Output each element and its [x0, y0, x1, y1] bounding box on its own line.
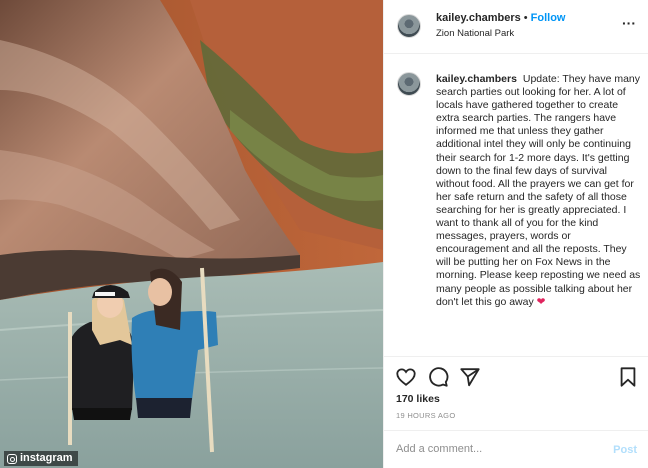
caption-username[interactable]: kailey.chambers	[436, 73, 517, 85]
header-username[interactable]: kailey.chambers	[436, 12, 521, 24]
likes-count[interactable]: 170 likes	[396, 393, 440, 405]
follow-button[interactable]: Follow	[531, 12, 566, 24]
add-comment-row: Post	[384, 430, 648, 468]
post-photo[interactable]: instagram	[0, 0, 383, 468]
comment-icon[interactable]	[427, 366, 449, 388]
location-link[interactable]: Zion National Park	[436, 28, 514, 39]
avatar[interactable]	[397, 14, 421, 38]
add-comment-input[interactable]	[396, 443, 586, 455]
post-comment-button[interactable]: Post	[613, 444, 637, 456]
separator-dot: •	[523, 12, 528, 24]
comments-area[interactable]: kailey.chambers Update: They have many s…	[384, 55, 648, 353]
caption-avatar[interactable]	[397, 72, 421, 96]
instagram-watermark: instagram	[4, 451, 78, 466]
watermark-label: instagram	[20, 452, 73, 464]
post-caption: kailey.chambers Update: They have many s…	[436, 73, 641, 309]
canyon-photo-illustration	[0, 0, 383, 468]
post-details-panel: kailey.chambers • Follow Zion National Par…	[383, 0, 648, 468]
share-icon[interactable]	[459, 366, 481, 388]
more-options-icon[interactable]: ···	[622, 16, 636, 30]
instagram-logo-icon	[7, 453, 17, 464]
bookmark-icon[interactable]	[617, 366, 639, 388]
post-timestamp[interactable]: 19 HOURS AGO	[396, 411, 455, 420]
heart-icon[interactable]	[395, 366, 417, 388]
header-user-line: kailey.chambers • Follow	[436, 12, 565, 24]
action-bar	[384, 356, 648, 396]
heart-emoji: ❤	[536, 295, 546, 308]
post-header: kailey.chambers • Follow Zion National Par…	[384, 0, 648, 54]
caption-text: Update: They have many search parties ou…	[436, 73, 641, 308]
